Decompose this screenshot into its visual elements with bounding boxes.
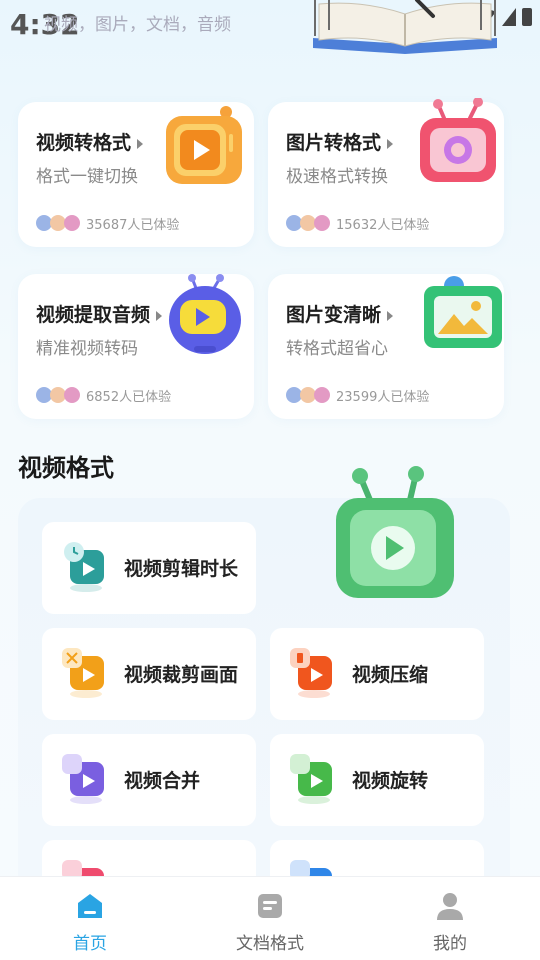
section-title: 视频格式 [18,454,114,482]
home-icon [78,894,102,918]
card-subtitle: 转格式超省心 [286,339,388,359]
battery-icon [522,8,532,26]
pink-tv-image-icon [420,98,496,182]
avatars-icon [286,387,330,403]
scissors-video-icon [62,648,104,698]
tool-label: 视频剪辑时长 [124,558,239,580]
experience-count: 23599人已体验 [336,390,430,405]
bottom-nav: 首页 文档格式 我的 [0,876,540,960]
card-subtitle: 极速格式转换 [286,167,388,187]
tool-video-merge[interactable]: 视频合并 [42,734,256,826]
tool-label: 视频合并 [124,770,201,792]
nav-document[interactable]: 文档格式 [180,877,360,960]
card-subtitle: 格式一键切换 [36,167,138,187]
tool-video-rotate[interactable]: 视频旋转 [270,734,484,826]
card-title: 图片转格式 [286,128,394,155]
avatars-icon [36,387,80,403]
card-title: 视频提取音频 [36,300,163,327]
compress-video-icon [290,648,332,698]
tool-label: 视频旋转 [352,770,429,792]
green-tv-play-icon [336,466,454,598]
user-icon [437,893,463,920]
clock-video-icon [64,542,104,592]
card-title: 图片变清晰 [286,300,394,327]
merge-video-icon [62,754,104,804]
nav-label: 首页 [73,934,107,954]
experience-count: 35687人已体验 [86,218,180,233]
blue-robot-play-icon [169,274,241,354]
notification-text: 视频，图片，文档，音频 [44,15,231,35]
experience-count: 15632人已体验 [336,218,430,233]
chevron-right-icon [387,138,394,149]
chevron-right-icon [137,138,144,149]
avatars-icon [36,215,80,231]
card-title: 视频转格式 [36,128,144,155]
green-image-frame-icon [424,276,502,348]
tool-video-trim-duration[interactable]: 视频剪辑时长 [42,522,256,614]
tool-video-crop[interactable]: 视频裁剪画面 [42,628,256,720]
tool-label: 视频压缩 [352,664,429,686]
nav-label: 文档格式 [236,934,304,954]
card-subtitle: 精准视频转码 [36,339,138,359]
orange-tv-play-icon [166,106,242,184]
rotate-video-icon [290,754,332,804]
tool-video-compress[interactable]: 视频压缩 [270,628,484,720]
chevron-right-icon [387,310,394,321]
tool-label: 视频裁剪画面 [124,664,239,686]
nav-home[interactable]: 首页 [0,877,180,960]
chevron-right-icon [156,310,163,321]
nav-label: 我的 [433,934,467,954]
experience-count: 6852人已体验 [86,390,172,405]
avatars-icon [286,215,330,231]
nav-profile[interactable]: 我的 [360,877,540,960]
open-book-icon [313,0,497,54]
document-icon [258,894,282,918]
